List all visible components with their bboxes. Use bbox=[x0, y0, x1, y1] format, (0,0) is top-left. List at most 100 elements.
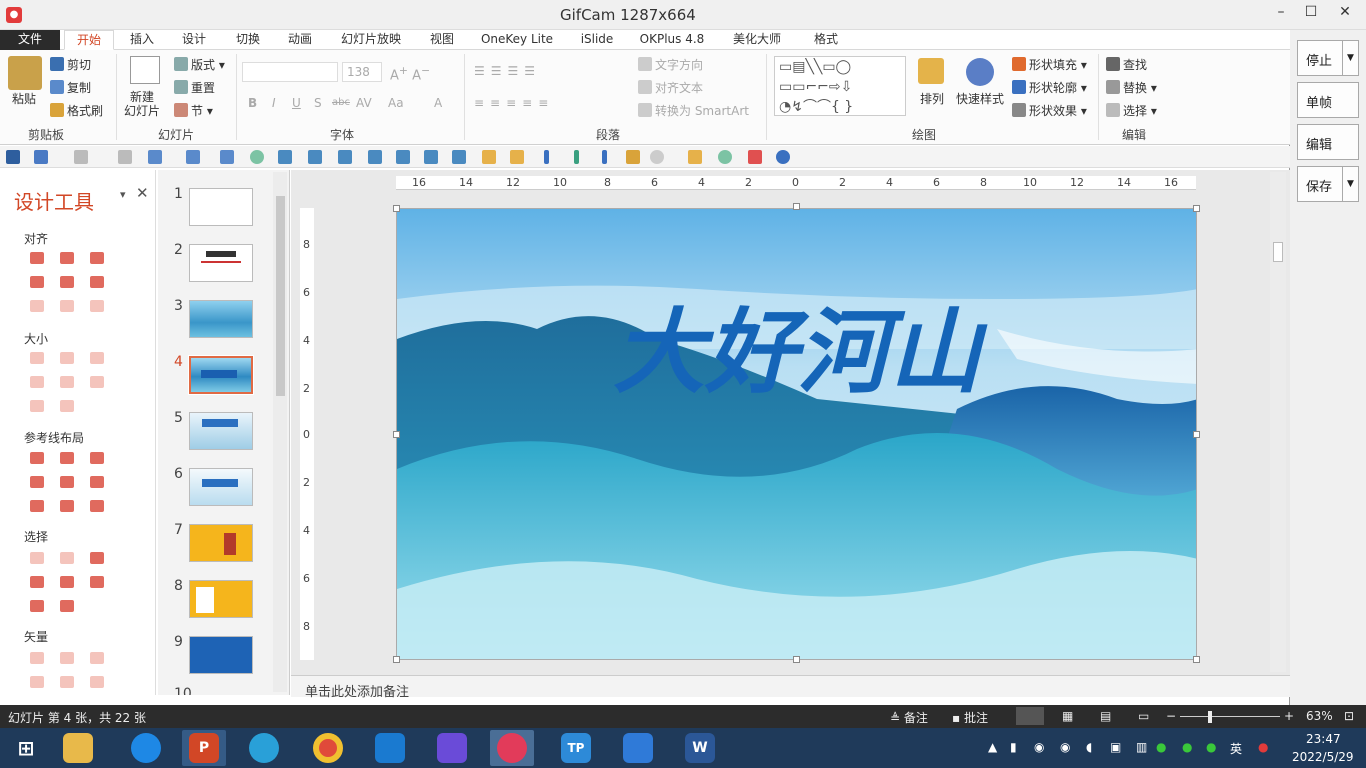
tab-onekey[interactable]: OneKey Lite bbox=[474, 30, 560, 50]
resize-handle[interactable] bbox=[393, 656, 400, 663]
slide-thumbnail-7[interactable] bbox=[189, 524, 253, 562]
tp-app-icon[interactable]: TP bbox=[554, 730, 598, 766]
shape-fill-button[interactable]: 形状填充 ▾ bbox=[1012, 56, 1087, 73]
stop-dropdown-icon[interactable]: ▼ bbox=[1342, 41, 1358, 75]
search-app-icon[interactable] bbox=[242, 730, 286, 766]
ime-indicator[interactable]: 英 bbox=[1230, 740, 1242, 757]
reading-view-icon[interactable]: ▤ bbox=[1100, 709, 1111, 723]
font-name-box[interactable] bbox=[242, 62, 338, 82]
select-icon[interactable] bbox=[60, 600, 74, 612]
vector-icon[interactable] bbox=[90, 676, 104, 688]
redo-icon[interactable] bbox=[74, 150, 88, 164]
size-icon[interactable] bbox=[30, 400, 44, 412]
slide-sorter-icon[interactable]: ▦ bbox=[1062, 709, 1073, 723]
slide-scrollbar[interactable] bbox=[1270, 172, 1286, 672]
mountain-app-icon[interactable] bbox=[368, 730, 412, 766]
normal-view-icon[interactable] bbox=[1016, 707, 1044, 725]
chrome-icon[interactable] bbox=[306, 730, 350, 766]
notes-toggle[interactable]: ≜ 备注 bbox=[890, 709, 928, 726]
tray-expand-icon[interactable]: ▲ bbox=[988, 740, 997, 754]
tab-transitions[interactable]: 切换 bbox=[226, 30, 270, 50]
guide-icon[interactable] bbox=[60, 500, 74, 512]
arrange-button[interactable]: 排列 bbox=[920, 90, 944, 107]
resize-handle[interactable] bbox=[1193, 656, 1200, 663]
notes-pane[interactable]: 单击此处添加备注 bbox=[291, 675, 1290, 700]
align-middle-icon[interactable] bbox=[424, 150, 438, 164]
new-slide-icon[interactable] bbox=[130, 56, 160, 84]
select-icon[interactable] bbox=[30, 552, 44, 564]
select-button[interactable]: 选择 ▾ bbox=[1106, 102, 1157, 119]
slide-thumbnail-1[interactable] bbox=[189, 188, 253, 226]
vector-icon[interactable] bbox=[90, 652, 104, 664]
thumbnails-scroll-thumb[interactable] bbox=[276, 196, 285, 396]
reset-button[interactable]: 重置 bbox=[174, 79, 215, 96]
cut-button[interactable]: 剪切 bbox=[50, 56, 91, 73]
guide-top-icon[interactable] bbox=[30, 476, 44, 488]
tab-okplus[interactable]: OKPlus 4.8 bbox=[634, 30, 710, 50]
wechat-icon[interactable]: ● bbox=[1156, 740, 1166, 754]
quick-styles-button[interactable]: 快速样式 bbox=[956, 90, 1004, 107]
resize-handle[interactable] bbox=[793, 203, 800, 210]
blue-app-icon[interactable] bbox=[616, 730, 660, 766]
align-center-icon[interactable] bbox=[452, 150, 466, 164]
start-button[interactable]: ⊞ bbox=[4, 730, 48, 766]
file-explorer-icon[interactable] bbox=[56, 730, 100, 766]
slide-canvas[interactable]: 大好河山 bbox=[396, 208, 1197, 660]
frame-button[interactable]: 单帧 bbox=[1297, 82, 1359, 118]
zoom-slider-thumb[interactable] bbox=[1208, 711, 1212, 723]
resize-handle[interactable] bbox=[793, 656, 800, 663]
guide-right-icon[interactable] bbox=[90, 452, 104, 464]
align-middle-icon[interactable] bbox=[60, 276, 74, 288]
crop-icon[interactable] bbox=[748, 150, 762, 164]
browser-app-icon[interactable] bbox=[124, 730, 168, 766]
network-icon[interactable]: ▮ bbox=[1010, 740, 1017, 754]
paste-button[interactable]: 粘贴 bbox=[12, 90, 36, 107]
slide-scroll-thumb[interactable] bbox=[1273, 242, 1283, 262]
guide-bottom-icon[interactable] bbox=[90, 476, 104, 488]
size-icon[interactable] bbox=[60, 376, 74, 388]
save-button[interactable]: 保存 ▼ bbox=[1297, 166, 1359, 202]
bold-button[interactable]: B bbox=[248, 96, 257, 110]
wechat-icon[interactable]: ● bbox=[1182, 740, 1192, 754]
same-width-icon[interactable] bbox=[90, 352, 104, 364]
grow-font-icon[interactable]: A+ A− bbox=[390, 64, 430, 83]
clock-date[interactable]: 2022/5/29 bbox=[1292, 750, 1354, 764]
section-button[interactable]: 节 ▾ bbox=[174, 102, 213, 119]
slide-thumbnail-5[interactable] bbox=[189, 412, 253, 450]
select-icon[interactable] bbox=[30, 600, 44, 612]
zoom-level[interactable]: 63% bbox=[1306, 709, 1333, 723]
align-bottom-icon[interactable] bbox=[90, 276, 104, 288]
slideshow-icon[interactable]: ▭ bbox=[1138, 709, 1149, 723]
guide-middle-icon[interactable] bbox=[60, 476, 74, 488]
tab-insert[interactable]: 插入 bbox=[120, 30, 164, 50]
volume-icon[interactable]: ◖ bbox=[1086, 740, 1092, 754]
intersect-icon[interactable] bbox=[650, 150, 664, 164]
fill-icon[interactable] bbox=[688, 150, 702, 164]
align-top-icon[interactable] bbox=[30, 276, 44, 288]
text-direction-button[interactable]: 文字方向 bbox=[638, 56, 703, 73]
powerpoint-taskbar-icon[interactable]: P bbox=[182, 730, 226, 766]
stop-button[interactable]: 停止 ▼ bbox=[1297, 40, 1359, 76]
tray-app-icon[interactable]: ◉ bbox=[1034, 740, 1044, 754]
shadow-button[interactable]: S bbox=[314, 96, 322, 110]
shape-effects-button[interactable]: 形状效果 ▾ bbox=[1012, 102, 1087, 119]
size-icon[interactable] bbox=[60, 400, 74, 412]
tab-islide[interactable]: iSlide bbox=[572, 30, 622, 50]
guide-icon[interactable] bbox=[90, 500, 104, 512]
format-painter-button[interactable]: 格式刷 bbox=[50, 102, 103, 119]
font-size-box[interactable]: 138 bbox=[342, 62, 382, 82]
distribute-h-icon[interactable] bbox=[30, 300, 44, 312]
tab-design[interactable]: 设计 bbox=[172, 30, 216, 50]
slide-title-art[interactable]: 大好河山 bbox=[613, 298, 988, 406]
group-icon[interactable] bbox=[482, 150, 496, 164]
tab-beautify[interactable]: 美化大师 bbox=[722, 30, 792, 50]
tab-animations[interactable]: 动画 bbox=[278, 30, 322, 50]
align-bottom-icon[interactable] bbox=[396, 150, 410, 164]
tab-file[interactable]: 文件 bbox=[0, 30, 60, 50]
notes-placeholder[interactable]: 单击此处添加备注 bbox=[305, 681, 409, 700]
spacing-button[interactable]: AV bbox=[356, 96, 372, 110]
guide-left-icon[interactable] bbox=[30, 452, 44, 464]
oval-icon[interactable] bbox=[250, 150, 264, 164]
same-height-icon[interactable] bbox=[60, 352, 74, 364]
ungroup-icon[interactable] bbox=[510, 150, 524, 164]
